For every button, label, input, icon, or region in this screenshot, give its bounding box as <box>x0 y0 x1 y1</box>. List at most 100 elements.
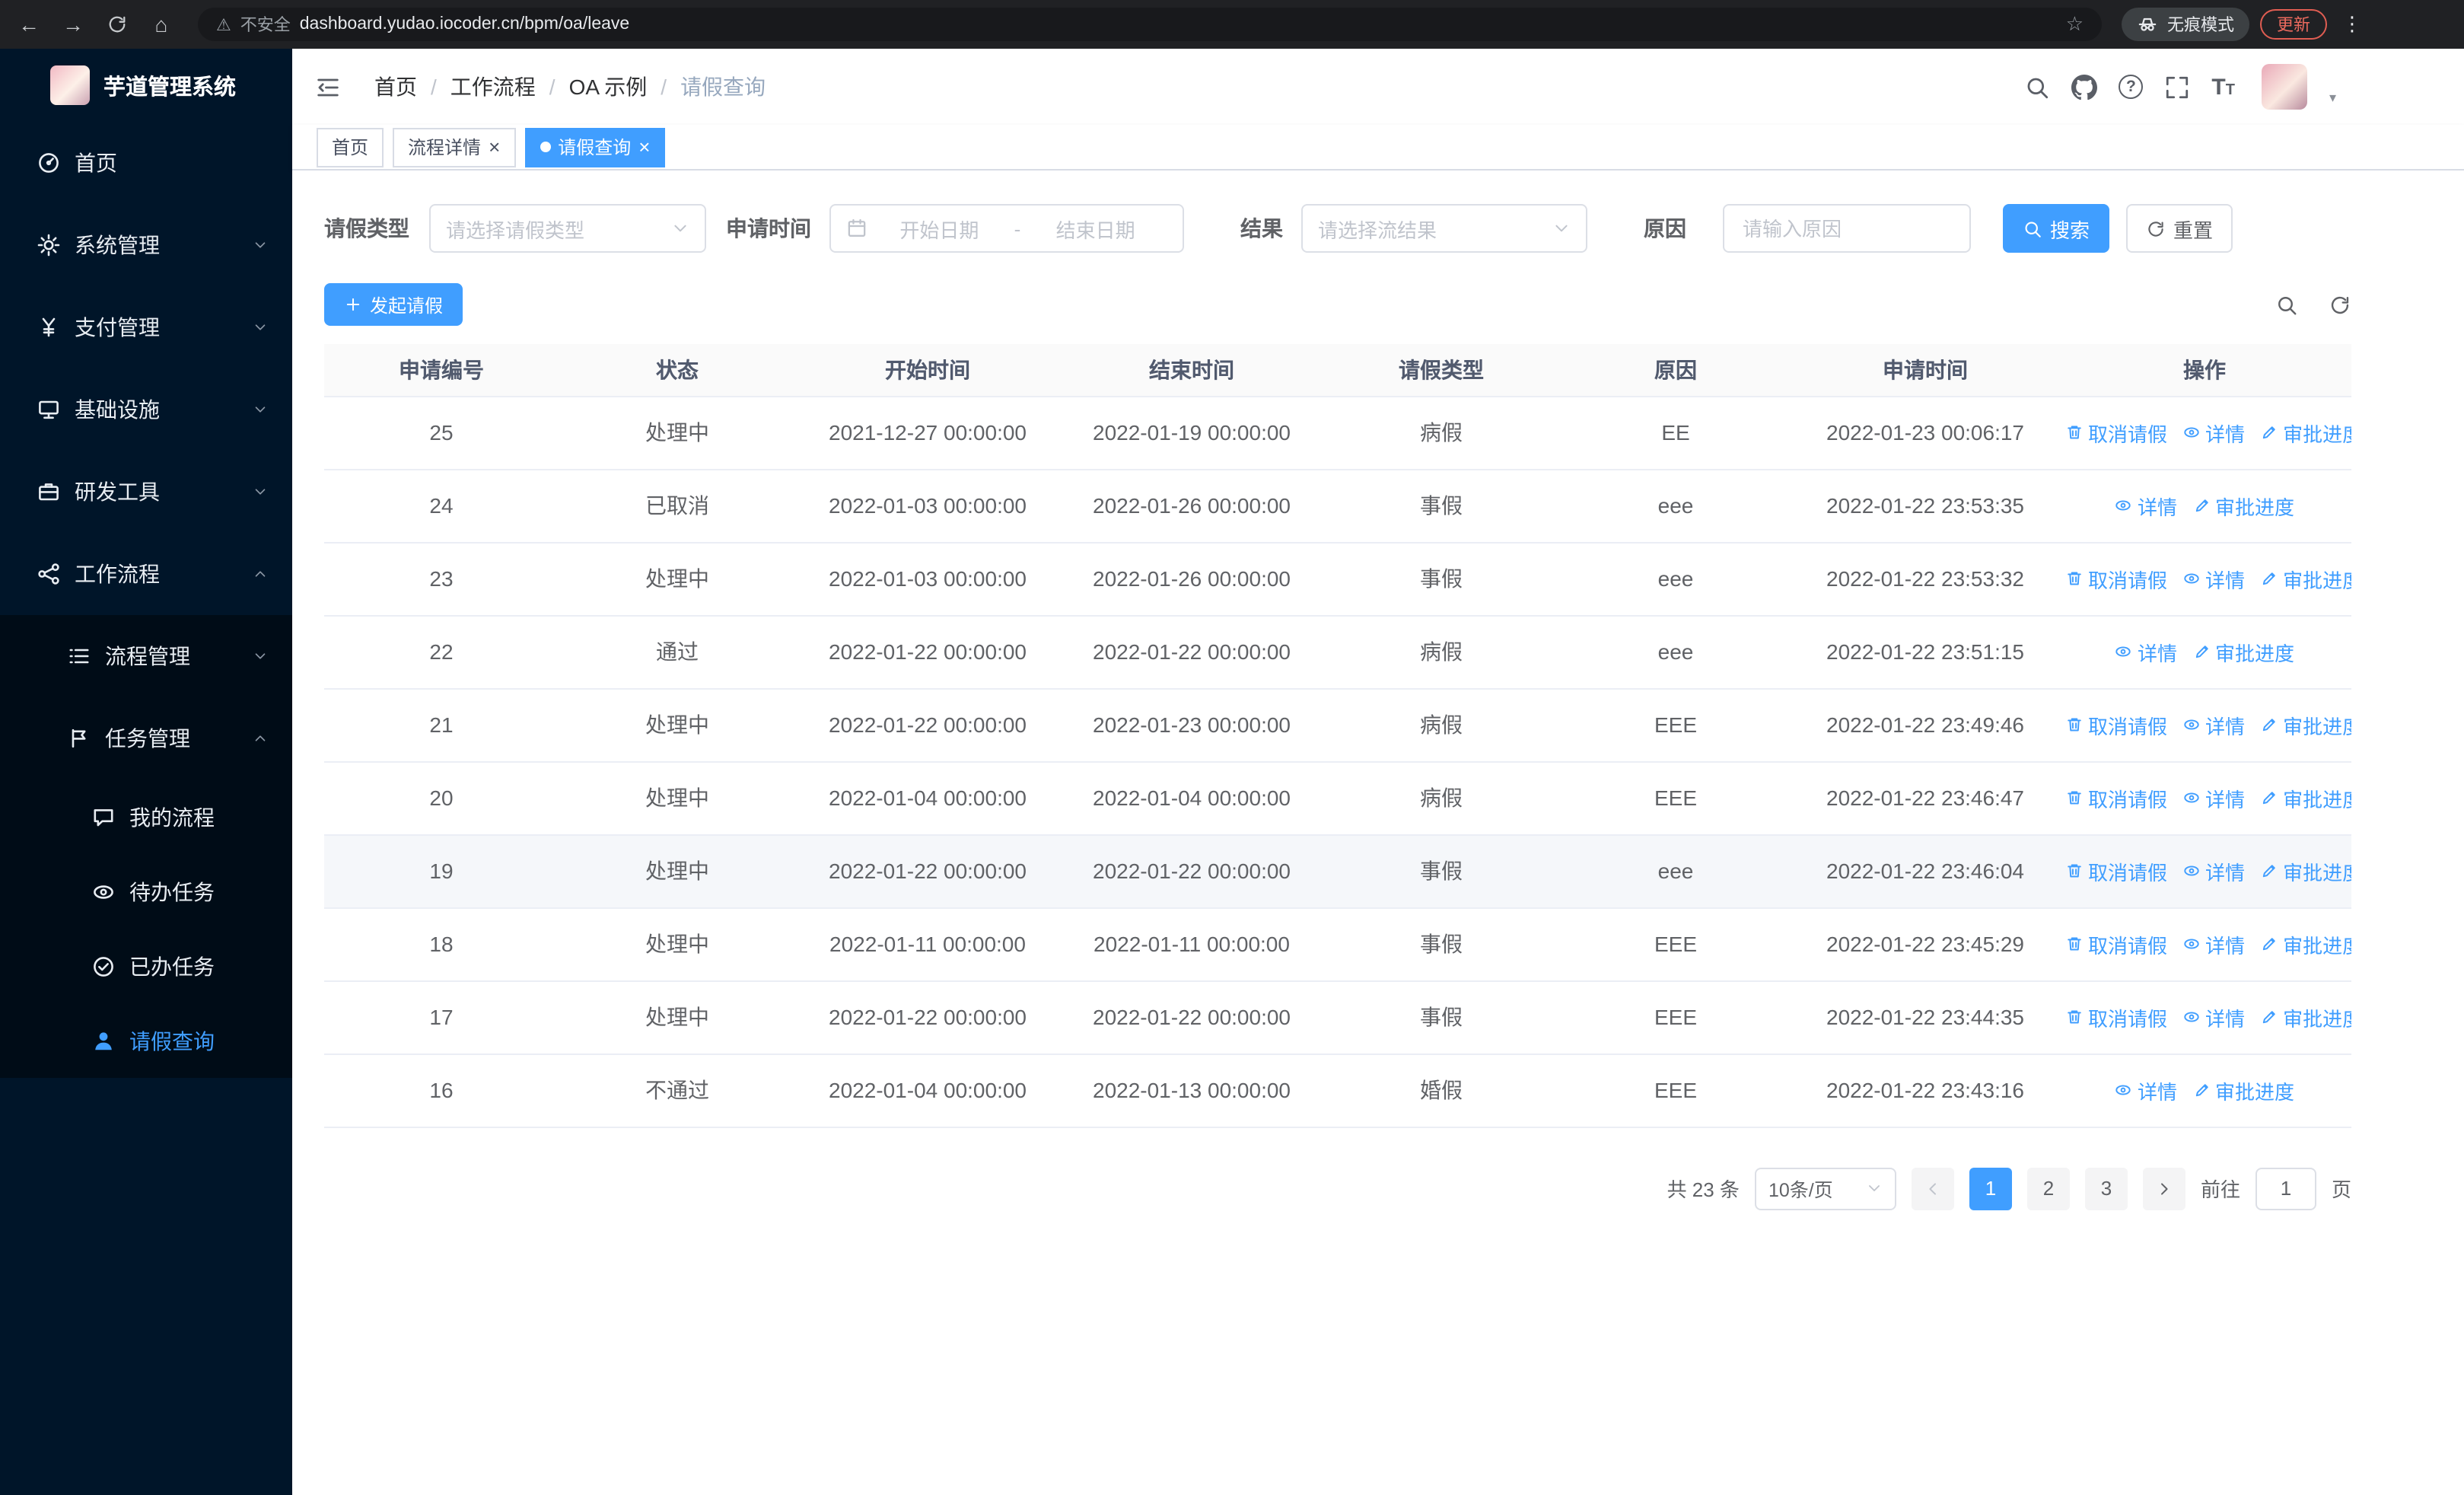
update-button[interactable]: 更新 <box>2260 9 2327 40</box>
tab-process-detail[interactable]: 流程详情 × <box>393 127 516 167</box>
progress-action-link[interactable]: 审批进度 <box>2260 783 2351 812</box>
sidebar-item-done-tasks[interactable]: 已办任务 <box>0 929 292 1003</box>
page-size-select[interactable]: 10条/页 <box>1754 1167 1896 1210</box>
progress-action-link[interactable]: 审批进度 <box>2192 491 2294 520</box>
font-size-button[interactable]: TT <box>2211 75 2235 98</box>
sidebar-item-process-management[interactable]: 流程管理 <box>0 615 292 697</box>
next-page-button[interactable] <box>2142 1167 2185 1210</box>
result-select[interactable]: 请选择流结果 <box>1301 204 1587 253</box>
security-label[interactable]: 不安全 <box>240 12 291 37</box>
progress-action-link[interactable]: 审批进度 <box>2260 418 2351 447</box>
detail-action-link[interactable]: 详情 <box>2115 637 2177 666</box>
goto-page-input[interactable] <box>2255 1167 2316 1210</box>
detail-action-link[interactable]: 详情 <box>2182 783 2245 812</box>
search-icon <box>2024 74 2050 100</box>
progress-action-link[interactable]: 审批进度 <box>2192 637 2294 666</box>
prev-page-button[interactable] <box>1911 1167 1954 1210</box>
progress-action-link[interactable]: 审批进度 <box>2260 856 2351 885</box>
detail-action-link[interactable]: 详情 <box>2182 1003 2245 1031</box>
sidebar-item-home[interactable]: 首页 <box>0 122 292 204</box>
table-row[interactable]: 22 通过 2022-01-22 00:00:00 2022-01-22 00:00:… <box>324 615 2351 689</box>
tab-home[interactable]: 首页 <box>317 127 384 167</box>
close-icon[interactable]: × <box>638 137 650 157</box>
page-1-button[interactable]: 1 <box>1969 1167 2012 1210</box>
sidebar-item-task-management[interactable]: 任务管理 <box>0 697 292 779</box>
table-row[interactable]: 23 处理中 2022-01-03 00:00:00 2022-01-26 00:00… <box>324 542 2351 616</box>
github-button[interactable] <box>2071 74 2097 100</box>
breadcrumb-item[interactable]: OA 示例 <box>569 72 648 102</box>
reset-button[interactable]: 重置 <box>2126 204 2233 253</box>
help-icon[interactable]: ? <box>2119 75 2144 99</box>
chevron-down-icon <box>1866 1180 1883 1197</box>
sidebar-item-workflow[interactable]: 工作流程 <box>0 533 292 615</box>
cancel-action-link[interactable]: 取消请假 <box>2065 856 2167 885</box>
user-avatar[interactable] <box>2262 64 2308 110</box>
apply-time-range-picker[interactable]: 开始日期 - 结束日期 <box>829 204 1184 253</box>
table-row[interactable]: 25 处理中 2021-12-27 00:00:00 2022-01-19 00:00… <box>324 396 2351 470</box>
bookmark-star-icon[interactable]: ☆ <box>2066 12 2084 37</box>
table-row[interactable]: 18 处理中 2022-01-11 00:00:00 2022-01-11 00:00… <box>324 907 2351 981</box>
sidebar-item-leave-query[interactable]: 请假查询 <box>0 1003 292 1078</box>
breadcrumb-item[interactable]: 首页 <box>374 72 417 102</box>
refresh-table-button[interactable] <box>2329 293 2351 316</box>
back-button[interactable]: ← <box>12 12 46 37</box>
progress-action-link[interactable]: 审批进度 <box>2192 1076 2294 1105</box>
cancel-icon <box>2065 862 2084 880</box>
detail-action-link[interactable]: 详情 <box>2182 856 2245 885</box>
fullscreen-button[interactable] <box>2164 74 2190 100</box>
search-button[interactable]: 搜索 <box>2003 204 2109 253</box>
detail-action-link[interactable]: 详情 <box>2115 1076 2177 1105</box>
cancel-action-link[interactable]: 取消请假 <box>2065 783 2167 812</box>
page-3-button[interactable]: 3 <box>2084 1167 2128 1210</box>
home-button[interactable]: ⌂ <box>145 12 178 37</box>
cancel-action-link[interactable]: 取消请假 <box>2065 929 2167 958</box>
page-2-button[interactable]: 2 <box>2026 1167 2070 1210</box>
toggle-search-button[interactable] <box>2275 293 2298 316</box>
refresh-icon <box>2329 293 2351 316</box>
leave-type-select[interactable]: 请选择请假类型 <box>429 204 706 253</box>
url-text[interactable]: dashboard.yudao.iocoder.cn/bpm/oa/leave <box>300 15 2057 33</box>
cancel-action-link[interactable]: 取消请假 <box>2065 418 2167 447</box>
forward-button[interactable]: → <box>56 12 90 37</box>
progress-action-link[interactable]: 审批进度 <box>2260 564 2351 593</box>
detail-action-link[interactable]: 详情 <box>2182 418 2245 447</box>
cell-actions: 详情 审批进度 <box>2058 1054 2351 1127</box>
cancel-action-link[interactable]: 取消请假 <box>2065 710 2167 739</box>
sidebar-item-label: 我的流程 <box>129 805 215 829</box>
sidebar-item-system[interactable]: 系统管理 <box>0 204 292 286</box>
sidebar-item-payment[interactable]: 支付管理 <box>0 286 292 368</box>
close-icon[interactable]: × <box>489 137 500 157</box>
breadcrumb-separator: / <box>661 75 667 99</box>
reason-input[interactable] <box>1723 204 1971 253</box>
progress-action-link[interactable]: 审批进度 <box>2260 929 2351 958</box>
reload-button[interactable] <box>100 14 134 35</box>
progress-action-link[interactable]: 审批进度 <box>2260 710 2351 739</box>
detail-action-link[interactable]: 详情 <box>2182 564 2245 593</box>
breadcrumb-item[interactable]: 工作流程 <box>450 72 536 102</box>
sidebar-item-devtools[interactable]: 研发工具 <box>0 451 292 533</box>
app-logo[interactable]: 芋道管理系统 <box>0 49 292 122</box>
sidebar-item-my-process[interactable]: 我的流程 <box>0 779 292 854</box>
table-row[interactable]: 24 已取消 2022-01-03 00:00:00 2022-01-26 00:00… <box>324 469 2351 543</box>
detail-action-link[interactable]: 详情 <box>2182 929 2245 958</box>
cancel-action-link[interactable]: 取消请假 <box>2065 1003 2167 1031</box>
search-button[interactable] <box>2024 74 2050 100</box>
table-row[interactable]: 16 不通过 2022-01-04 00:00:00 2022-01-13 00:00… <box>324 1054 2351 1127</box>
collapse-menu-button[interactable] <box>315 74 341 100</box>
detail-action-link[interactable]: 详情 <box>2182 710 2245 739</box>
sidebar-item-todo-tasks[interactable]: 待办任务 <box>0 854 292 929</box>
action-label: 详情 <box>2205 715 2246 738</box>
browser-menu-button[interactable]: ⋮ <box>2338 12 2367 37</box>
table-row[interactable]: 20 处理中 2022-01-04 00:00:00 2022-01-04 00:00… <box>324 761 2351 835</box>
cancel-action-link[interactable]: 取消请假 <box>2065 564 2167 593</box>
cell-actions: 取消请假 详情 审批进度 <box>2058 688 2351 762</box>
tab-leave-query[interactable]: 请假查询 × <box>524 127 666 167</box>
table-row[interactable]: 19 处理中 2022-01-22 00:00:00 2022-01-22 00:00… <box>324 834 2351 908</box>
progress-action-link[interactable]: 审批进度 <box>2260 1003 2351 1031</box>
detail-action-link[interactable]: 详情 <box>2115 491 2177 520</box>
create-leave-button[interactable]: 发起请假 <box>324 283 463 326</box>
sidebar-item-infrastructure[interactable]: 基础设施 <box>0 368 292 451</box>
table-row[interactable]: 17 处理中 2022-01-22 00:00:00 2022-01-22 00:00… <box>324 980 2351 1054</box>
address-bar[interactable]: ⚠ 不安全 dashboard.yudao.iocoder.cn/bpm/oa/… <box>198 8 2102 41</box>
table-row[interactable]: 21 处理中 2022-01-22 00:00:00 2022-01-23 00:00… <box>324 688 2351 762</box>
